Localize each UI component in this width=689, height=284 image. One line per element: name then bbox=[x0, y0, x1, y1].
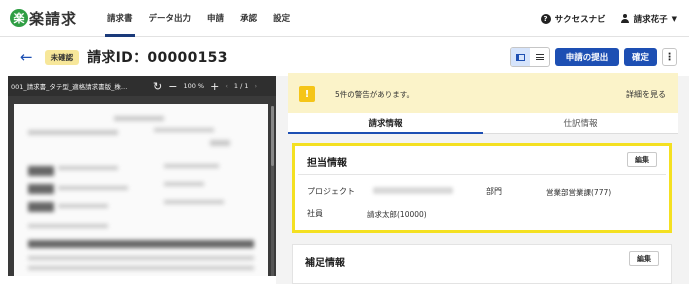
success-navi-link[interactable]: ? サクセスナビ bbox=[540, 13, 606, 25]
nav-item-invoices[interactable]: 請求書 bbox=[99, 0, 141, 37]
employee-value: 請求太郎(10000) bbox=[367, 210, 427, 219]
project-value-redacted bbox=[373, 187, 453, 194]
user-menu[interactable]: 請求花子 ▼ bbox=[620, 13, 677, 25]
zoom-in-icon[interactable]: + bbox=[210, 80, 219, 93]
nav-links: 請求書 データ出力 申請 承認 設定 bbox=[99, 0, 298, 37]
viewer-toolbar: 001_請求書_タテ型_適格請求書版_株… ↻ − 100 % + ‹ 1 / … bbox=[8, 76, 276, 96]
viewer-scrollbar-thumb[interactable] bbox=[271, 106, 274, 166]
document-viewer: 001_請求書_タテ型_適格請求書版_株… ↻ − 100 % + ‹ 1 / … bbox=[8, 76, 276, 276]
document-page-preview bbox=[14, 104, 268, 276]
success-navi-label: サクセスナビ bbox=[554, 14, 606, 25]
section-title: 担当情報 bbox=[307, 158, 347, 169]
rotate-icon[interactable]: ↻ bbox=[153, 80, 162, 93]
nav-item-approve[interactable]: 承認 bbox=[232, 0, 265, 37]
more-options-button[interactable]: ⋮ bbox=[662, 48, 677, 66]
title-bar: ← 未確認 請求ID：00000153 申請の提出 確定 ⋮ bbox=[0, 38, 689, 76]
section-supplementary-info: 補足情報 編集 bbox=[292, 244, 672, 284]
file-name: 001_請求書_タテ型_適格請求書版_株… bbox=[11, 83, 128, 91]
warning-icon: ! bbox=[299, 86, 315, 102]
app-logo[interactable]: 楽 楽請求 bbox=[10, 8, 77, 29]
department-value: 営業部営業課(777) bbox=[546, 188, 612, 197]
person-icon bbox=[620, 13, 630, 24]
back-arrow-icon[interactable]: ← bbox=[20, 48, 33, 66]
section-tanto-info: 担当情報 編集 プロジェクト 部門 営業部営業課(777) 社員 請求太郎(10… bbox=[292, 143, 672, 233]
divider bbox=[298, 174, 666, 175]
tab-invoice-info[interactable]: 請求情報 bbox=[288, 113, 483, 134]
top-nav: 楽 楽請求 請求書 データ出力 申請 承認 設定 ? サクセスナビ 請求花子 ▼ bbox=[0, 0, 689, 37]
zoom-out-icon[interactable]: − bbox=[168, 80, 177, 93]
page-indicator: 1 / 1 bbox=[233, 82, 249, 90]
edit-button[interactable]: 編集 bbox=[627, 152, 657, 167]
question-circle-icon: ? bbox=[540, 13, 551, 24]
nav-item-data-export[interactable]: データ出力 bbox=[141, 0, 200, 37]
nav-item-apply[interactable]: 申請 bbox=[199, 0, 232, 37]
status-badge: 未確認 bbox=[44, 49, 80, 65]
detail-tabs: 請求情報 仕訳情報 bbox=[288, 113, 678, 134]
department-label: 部門 bbox=[486, 187, 502, 196]
prev-page-icon[interactable]: ‹ bbox=[225, 82, 228, 90]
details-panel: ! 5件の警告があります。 詳細を見る 請求情報 仕訳情報 担当情報 編集 プロ… bbox=[276, 73, 689, 284]
edit-button[interactable]: 編集 bbox=[629, 251, 659, 266]
page-title: 請求ID：00000153 bbox=[87, 50, 228, 66]
confirm-button[interactable]: 確定 bbox=[624, 48, 657, 66]
caret-down-icon: ▼ bbox=[671, 14, 677, 23]
project-label: プロジェクト bbox=[307, 187, 355, 196]
tab-journal-info[interactable]: 仕訳情報 bbox=[483, 113, 678, 133]
logo-text: 楽請求 bbox=[29, 9, 78, 28]
split-view-icon bbox=[516, 53, 525, 61]
submit-application-button[interactable]: 申請の提出 bbox=[555, 48, 619, 66]
title-actions: 申請の提出 確定 ⋮ bbox=[510, 47, 677, 67]
warning-banner: ! 5件の警告があります。 詳細を見る bbox=[288, 73, 678, 113]
logo-mark: 楽 bbox=[10, 9, 28, 27]
warning-details-link[interactable]: 詳細を見る bbox=[626, 89, 666, 100]
list-view-icon bbox=[535, 54, 544, 60]
employee-label: 社員 bbox=[307, 209, 323, 218]
nav-item-settings[interactable]: 設定 bbox=[265, 0, 298, 37]
split-view-button[interactable] bbox=[511, 48, 530, 66]
user-name: 請求花子 bbox=[633, 14, 668, 25]
nav-right: ? サクセスナビ 請求花子 ▼ bbox=[540, 0, 677, 37]
zoom-level: 100 % bbox=[183, 82, 205, 90]
view-toggle bbox=[510, 47, 550, 67]
section-title: 補足情報 bbox=[305, 258, 345, 269]
next-page-icon[interactable]: › bbox=[255, 82, 258, 90]
warning-message: 5件の警告があります。 bbox=[335, 90, 415, 99]
list-view-button[interactable] bbox=[530, 48, 549, 66]
